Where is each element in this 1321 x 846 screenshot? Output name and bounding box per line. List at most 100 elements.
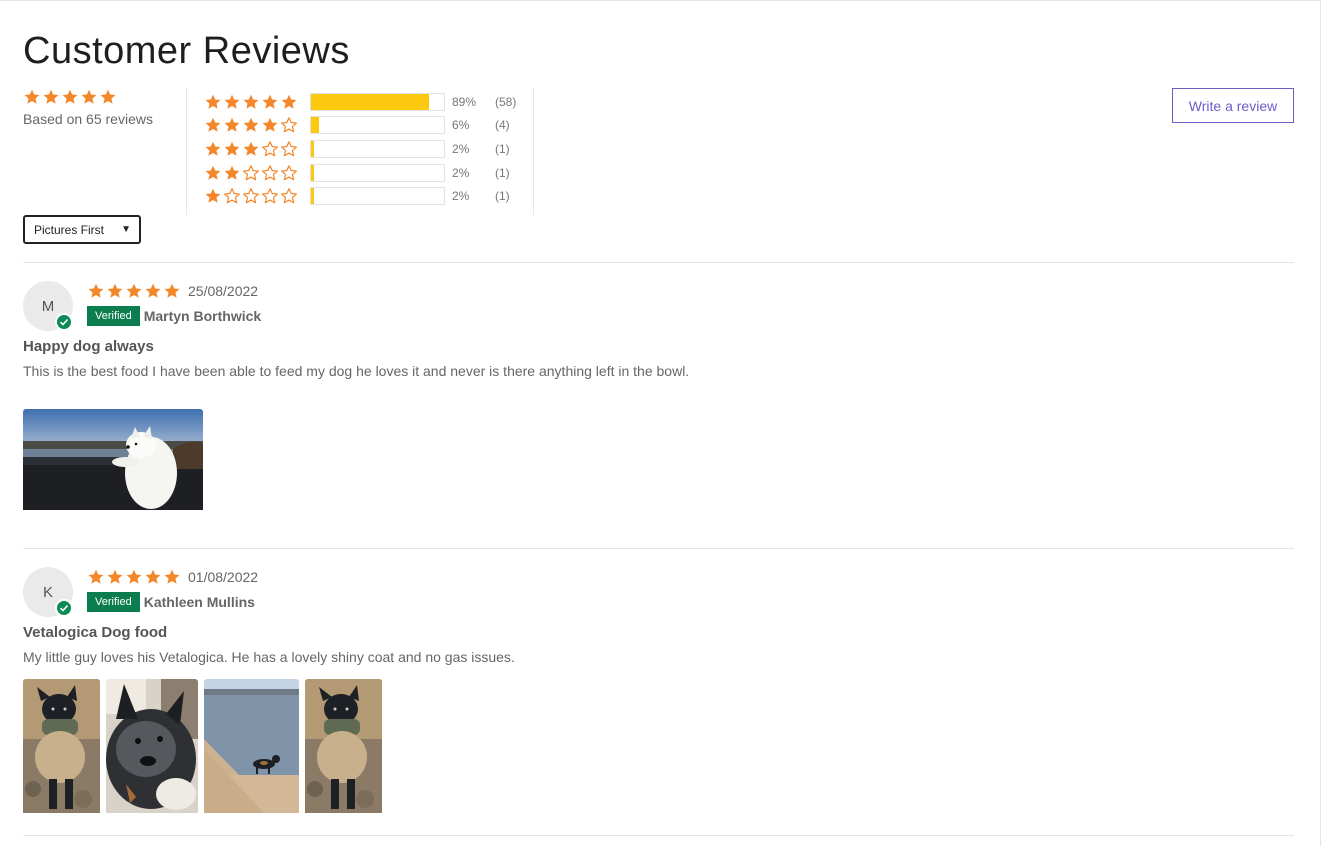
rating-histogram: 89% (58) 6% (4) 2% (1) 2% (1) 2% (1)	[204, 90, 534, 208]
star-filled-icon	[42, 88, 60, 106]
star-filled-icon	[204, 164, 222, 182]
histogram-percent: 2%	[452, 189, 470, 204]
dog-in-sweater-photo[interactable]	[305, 679, 382, 818]
avatar-initial: M	[41, 297, 55, 315]
star-empty-icon	[280, 164, 298, 182]
histogram-row-3[interactable]: 2% (1)	[204, 137, 534, 161]
star-filled-icon	[242, 140, 260, 158]
histogram-row-2[interactable]: 2% (1)	[204, 161, 534, 185]
star-empty-icon	[242, 187, 260, 205]
histogram-stars	[204, 164, 308, 182]
star-filled-icon	[204, 140, 222, 158]
review-title: Happy dog always	[23, 338, 154, 355]
star-filled-icon	[23, 88, 41, 106]
histogram-bar	[310, 139, 445, 158]
histogram-stars	[204, 116, 308, 134]
summary-divider	[186, 88, 187, 215]
reviewer-name: Martyn Borthwick	[143, 308, 262, 324]
histogram-row-1[interactable]: 2% (1)	[204, 184, 534, 208]
star-filled-icon	[280, 93, 298, 111]
histogram-stars	[204, 140, 308, 158]
star-filled-icon	[99, 88, 117, 106]
histogram-count: (1)	[495, 141, 510, 156]
review-date: 25/08/2022	[188, 283, 259, 299]
star-empty-icon	[261, 187, 279, 205]
samoyed-by-lake-photo[interactable]	[23, 409, 203, 515]
star-filled-icon	[106, 568, 124, 586]
chevron-down-icon: ▼	[121, 224, 131, 235]
review-header: 25/08/2022	[87, 282, 258, 300]
rating-summary: Based on 65 reviews	[23, 88, 193, 127]
histogram-row-5[interactable]: 89% (58)	[204, 90, 534, 114]
star-filled-icon	[261, 93, 279, 111]
reviewer: Verified Kathleen Mullins	[87, 592, 255, 612]
star-filled-icon	[144, 568, 162, 586]
star-empty-icon	[242, 164, 260, 182]
histogram-percent: 2%	[452, 165, 470, 180]
star-filled-icon	[125, 568, 143, 586]
star-filled-icon	[163, 568, 181, 586]
avatar-initial: K	[42, 583, 53, 601]
review-photos	[23, 679, 382, 818]
star-filled-icon	[163, 282, 181, 300]
star-filled-icon	[80, 88, 98, 106]
histogram-divider	[533, 88, 534, 215]
star-empty-icon	[280, 187, 298, 205]
histogram-fill	[311, 140, 314, 157]
star-empty-icon	[280, 140, 298, 158]
star-filled-icon	[204, 116, 222, 134]
histogram-bar	[310, 187, 445, 206]
histogram-percent: 89%	[452, 94, 477, 109]
histogram-fill	[311, 188, 314, 205]
verified-badge: Verified	[87, 306, 140, 326]
histogram-percent: 6%	[452, 118, 470, 133]
histogram-row-4[interactable]: 6% (4)	[204, 114, 534, 138]
verified-check-icon	[55, 599, 73, 617]
star-empty-icon	[261, 140, 279, 158]
review-header: 01/08/2022	[87, 568, 258, 586]
star-filled-icon	[125, 282, 143, 300]
reviewer: Verified Martyn Borthwick	[87, 306, 261, 326]
reviewer-name: Kathleen Mullins	[143, 594, 255, 610]
sort-select[interactable]: Pictures First ▼	[23, 215, 141, 244]
review-body: This is the best food I have been able t…	[23, 363, 690, 379]
dog-on-beach-photo[interactable]	[204, 679, 299, 818]
histogram-fill	[311, 164, 314, 181]
verified-badge: Verified	[87, 592, 140, 612]
histogram-percent: 2%	[452, 141, 470, 156]
section-divider	[23, 548, 1294, 549]
write-review-button[interactable]: Write a review	[1172, 88, 1294, 123]
sort-selected-value: Pictures First	[34, 222, 105, 237]
histogram-fill	[311, 117, 319, 134]
star-empty-icon	[280, 116, 298, 134]
page-title: Customer Reviews	[23, 30, 350, 72]
star-filled-icon	[144, 282, 162, 300]
dog-closeup-photo[interactable]	[106, 679, 198, 818]
section-divider	[23, 835, 1294, 836]
review-stars	[87, 282, 181, 300]
star-empty-icon	[261, 164, 279, 182]
section-divider	[23, 262, 1294, 263]
histogram-bar	[310, 163, 445, 182]
star-filled-icon	[223, 116, 241, 134]
star-filled-icon	[242, 116, 260, 134]
star-filled-icon	[223, 93, 241, 111]
histogram-count: (1)	[495, 189, 510, 204]
histogram-count: (4)	[495, 118, 510, 133]
star-filled-icon	[261, 116, 279, 134]
histogram-stars	[204, 187, 308, 205]
dog-in-sweater-photo[interactable]	[23, 679, 100, 818]
histogram-bar	[310, 92, 445, 111]
star-filled-icon	[204, 187, 222, 205]
review-photos	[23, 409, 203, 515]
star-empty-icon	[223, 187, 241, 205]
star-filled-icon	[223, 140, 241, 158]
histogram-stars	[204, 93, 308, 111]
review-body: My little guy loves his Vetalogica. He h…	[23, 649, 515, 665]
review-date: 01/08/2022	[188, 569, 259, 585]
review-stars	[87, 568, 181, 586]
histogram-count: (1)	[495, 165, 510, 180]
star-filled-icon	[223, 164, 241, 182]
star-filled-icon	[242, 93, 260, 111]
review-title: Vetalogica Dog food	[23, 624, 168, 641]
